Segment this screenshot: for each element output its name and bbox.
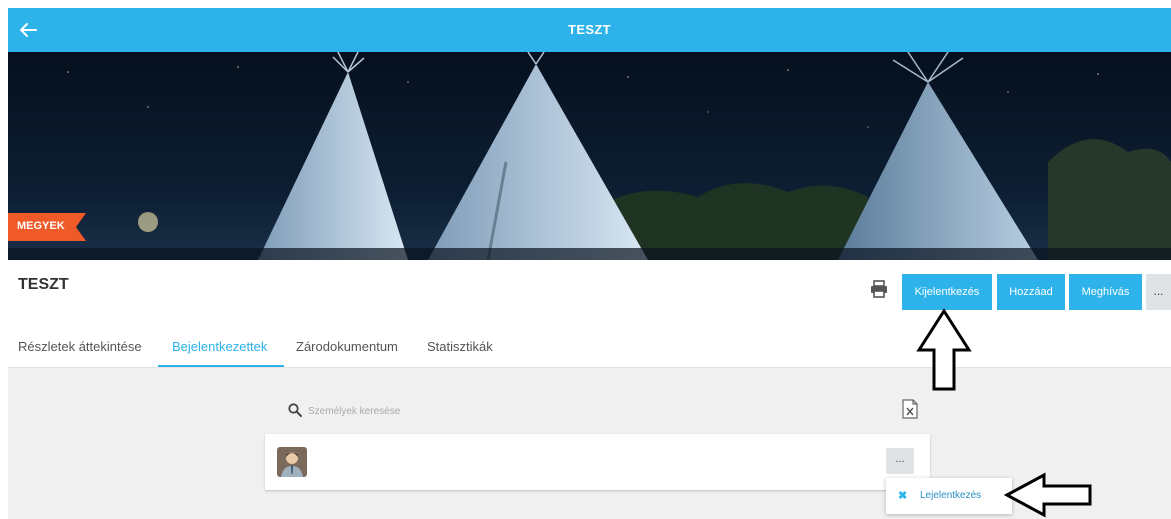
logout-menu-item[interactable]: ✖ Lejelentkezés [886, 478, 1012, 514]
category-ribbon: MEGYEK [8, 213, 86, 241]
printer-icon [871, 280, 887, 298]
teepee-night-image [8, 52, 1171, 260]
tab-checked-in[interactable]: Bejelentkezettek [172, 339, 267, 354]
excel-icon [902, 399, 918, 419]
annotation-arrow-left-icon [1004, 472, 1092, 518]
top-bar: TESZT [8, 8, 1171, 52]
user-avatar [277, 447, 307, 477]
row-actions-dropdown: ✖ Lejelentkezés [886, 478, 1012, 514]
more-actions-button[interactable]: ... [1146, 274, 1171, 310]
tab-closing-document[interactable]: Zárodokumentum [296, 339, 398, 354]
tab-statistics[interactable]: Statisztikák [427, 339, 493, 354]
invite-button[interactable]: Meghívás [1069, 274, 1142, 310]
search-input[interactable] [308, 401, 608, 421]
event-title: TESZT [18, 276, 69, 293]
row-more-button[interactable]: ... [886, 448, 914, 474]
tab-details[interactable]: Részletek áttekintése [18, 339, 142, 354]
list-item: ... [265, 434, 930, 490]
page-title: TESZT [568, 22, 611, 37]
tab-bar: Részletek áttekintése Bejelentkezettek Z… [8, 326, 1171, 368]
logout-menu-label: Lejelentkezés [920, 490, 982, 501]
checkout-button[interactable]: Kijelentkezés [902, 274, 992, 310]
add-button[interactable]: Hozzáad [997, 274, 1065, 310]
page: TESZT MEGYEK TESZT Kijelentkezés Hozzáad… [0, 0, 1171, 519]
banner-image: MEGYEK [8, 52, 1171, 260]
ribbon-label: MEGYEK [17, 220, 65, 232]
close-icon: ✖ [898, 490, 908, 502]
active-tab-indicator [158, 365, 284, 367]
export-excel-button[interactable] [902, 399, 918, 419]
print-button[interactable] [870, 280, 888, 298]
avatar [277, 447, 307, 477]
search-icon [288, 403, 302, 417]
annotation-arrow-up-icon [916, 308, 972, 391]
